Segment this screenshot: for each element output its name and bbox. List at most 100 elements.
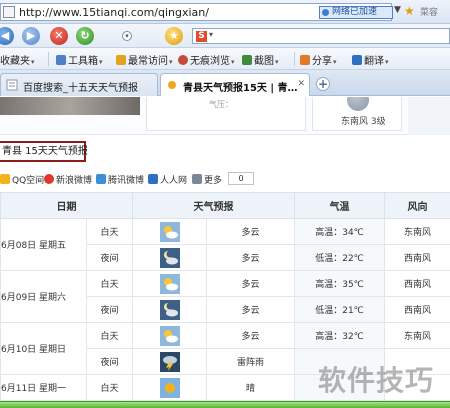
forward-button[interactable]: ▶ [22, 27, 40, 45]
back-button[interactable]: ◀ [0, 27, 14, 45]
table-row: 6月10日 星期日 白天 多云 高温：32℃ 东南风 [0, 322, 450, 375]
favorite-star-button[interactable]: ★ [165, 27, 183, 45]
tab-baidu-search[interactable]: 百度搜索_十五天天气预报 [0, 73, 158, 96]
share-more[interactable]: 更多 [192, 173, 222, 186]
weather-icon-cell [132, 322, 207, 349]
close-icon[interactable]: ✕ [297, 79, 305, 89]
partly-cloudy-sun-icon [159, 325, 180, 346]
date-cell: 6月10日 星期日 [0, 322, 87, 375]
weather-icon-cell [132, 270, 207, 297]
thunderstorm-icon [159, 351, 180, 372]
table-row: 6月09日 星期六 白天 多云 高温：35℃ 西南风 [0, 270, 450, 323]
current-weather-card: 气压： [146, 97, 306, 131]
partly-cloudy-moon-icon [159, 247, 180, 268]
tab-bar: 百度搜索_十五天天气预报 青县天气预报15天 | 青… ✕ + [0, 70, 450, 96]
period-cell: 夜间 [86, 348, 133, 375]
search-engine-icon[interactable]: S [196, 31, 207, 42]
weather-cell: 多云 [206, 244, 295, 271]
wind-text: 东南风 3级 [341, 117, 386, 127]
partly-cloudy-moon-icon [159, 299, 180, 320]
period-cell: 白天 [86, 374, 133, 401]
share-tencent-weibo[interactable]: 腾讯微博 [96, 173, 144, 186]
weather-icon-cell [132, 218, 207, 245]
weather-icon-cell [132, 244, 207, 271]
private-browsing-icon [178, 55, 188, 65]
sun-icon [168, 81, 176, 89]
watermark: 软件技巧 [318, 364, 435, 397]
page-title: 青县 15天天气预报 [0, 141, 88, 162]
toolbar-divider [48, 52, 49, 66]
period-cell: 白天 [86, 270, 133, 297]
new-tab-button[interactable]: + [316, 77, 330, 91]
share-renren[interactable]: 人人网 [148, 173, 187, 186]
navigation-row: ◀ ▶ ✕ ↻ ⌂ ▾ ★ S ▾ [0, 24, 450, 48]
temperature-cell: 高温：34℃ [294, 218, 385, 245]
search-input[interactable]: S ▾ [192, 28, 450, 44]
url-text[interactable]: http://www.15tianqi.com/qingxian/ [19, 6, 209, 19]
date-cell: 6月09日 星期六 [0, 270, 87, 323]
star-icon[interactable]: ★ [404, 4, 418, 18]
tab-qingxian-weather[interactable]: 青县天气预报15天 | 青… ✕ [160, 73, 310, 96]
weather-icon-cell [132, 296, 207, 323]
side-panel [408, 97, 450, 135]
share-bar: QQ空间 新浪微博 腾讯微博 人人网 更多 0 [0, 172, 450, 188]
share-qzone[interactable]: QQ空间 [0, 173, 44, 186]
chevron-down-icon[interactable]: ▾ [122, 31, 132, 41]
partly-cloudy-sun-icon [159, 221, 180, 242]
weather-cell: 多云 [206, 296, 295, 323]
private-browsing-menu[interactable]: 无痕浏览▾ [178, 52, 235, 67]
favorites-button[interactable]: 菜容 [420, 5, 438, 18]
current-weather-strip: 气压： 东南风 3级 [0, 97, 450, 135]
tencent-weibo-icon [96, 174, 106, 184]
most-visited-menu[interactable]: 最常访问▾ [116, 52, 173, 67]
favorites-menu[interactable]: 收藏夹▾ [0, 52, 35, 67]
temperature-cell: 高温：32℃ [294, 322, 385, 349]
period-cell: 夜间 [86, 244, 133, 271]
wind-card: 东南风 3级 [312, 97, 402, 131]
period-cell: 白天 [86, 218, 133, 245]
share-sina-weibo[interactable]: 新浪微博 [44, 173, 92, 186]
banner-photo [0, 97, 140, 115]
table-header-row: 日期 天气预报 气温 风向 [0, 192, 450, 219]
wind-cell: 西南风 [384, 296, 450, 323]
toolbar-divider [294, 52, 295, 66]
page-load-progress-bar [0, 401, 450, 408]
weather-icon-cell [132, 374, 207, 401]
qzone-icon [0, 174, 10, 184]
more-icon [192, 174, 202, 184]
weather-cell: 多云 [206, 322, 295, 349]
wind-cell: 西南风 [384, 244, 450, 271]
wind-cell: 西南风 [384, 270, 450, 297]
scissors-icon [242, 55, 252, 65]
period-cell: 白天 [86, 322, 133, 349]
temperature-cell: 低温：21℃ [294, 296, 385, 323]
chevron-down-icon[interactable]: ▾ [209, 30, 213, 39]
network-speed-badge[interactable]: 网络已加速 [319, 6, 393, 19]
pressure-label: 气压： [209, 100, 233, 109]
wind-icon [347, 97, 369, 111]
toolbox-menu[interactable]: 工具箱▾ [56, 52, 103, 67]
web-page: 气压： 东南风 3级 青县 15天天气预报 QQ空间 新浪微博 腾讯微博 人人网… [0, 97, 450, 408]
column-header-temperature: 气温 [294, 192, 385, 219]
document-icon [6, 79, 18, 91]
screenshot-menu[interactable]: 截图▾ [242, 52, 279, 67]
translate-icon [352, 55, 362, 65]
share-count: 0 [228, 172, 254, 185]
page-icon [3, 6, 15, 18]
chevron-down-icon[interactable]: ▼ [394, 5, 402, 18]
share-menu[interactable]: 分享▾ [300, 52, 337, 67]
sunny-icon [159, 377, 180, 398]
weather-cell: 雷阵雨 [206, 348, 295, 375]
stop-button[interactable]: ✕ [50, 27, 68, 45]
temperature-cell: 低温：22℃ [294, 244, 385, 271]
partly-cloudy-sun-icon [159, 273, 180, 294]
period-cell: 夜间 [86, 296, 133, 323]
address-field[interactable]: http://www.15tianqi.com/qingxian/ 网络已加速 [0, 3, 393, 21]
weather-cell: 晴 [206, 374, 295, 401]
toolbox-icon [56, 55, 66, 65]
column-header-wind: 风向 [384, 192, 450, 219]
refresh-button[interactable]: ↻ [76, 27, 94, 45]
weather-cell: 多云 [206, 218, 295, 245]
translate-menu[interactable]: 翻译▾ [352, 52, 389, 67]
weather-cell: 多云 [206, 270, 295, 297]
